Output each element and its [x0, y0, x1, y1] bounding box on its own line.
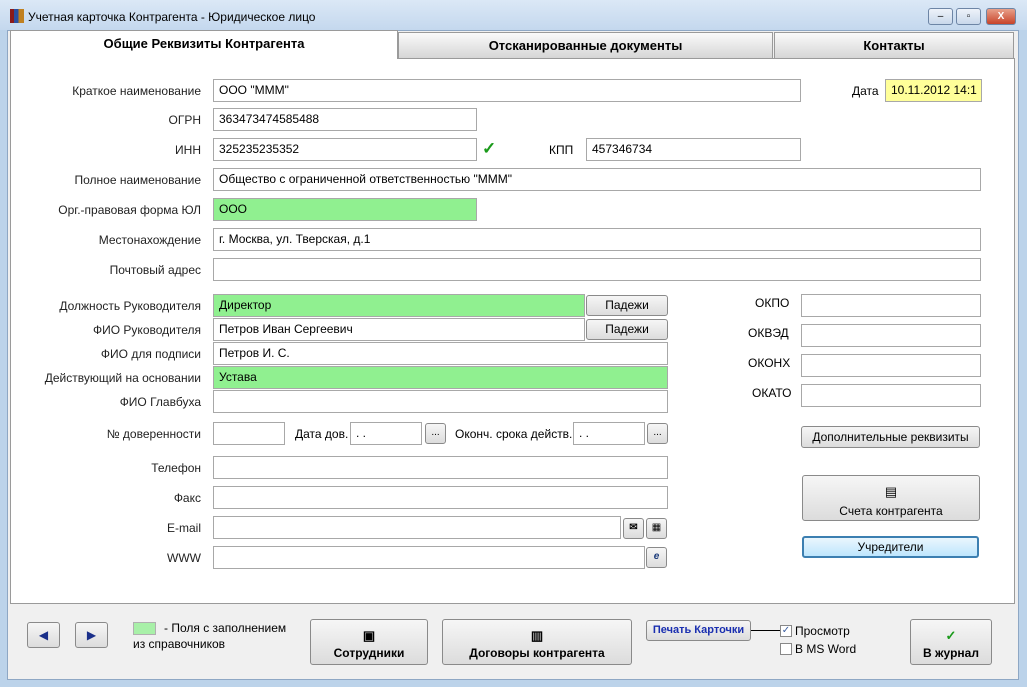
head-position-cases-button[interactable]: Падежи — [586, 295, 668, 316]
short-name-label: Краткое наименование — [72, 84, 201, 98]
date-input[interactable]: 10.11.2012 14:1 — [885, 79, 982, 102]
send-mail-icon[interactable]: ✉ — [623, 518, 644, 539]
ledger-icon: ▤ — [884, 484, 898, 499]
tab-scanned-docs[interactable]: Отсканированные документы — [398, 32, 773, 59]
postal-label: Почтовый адрес — [109, 263, 201, 277]
www-label: WWW — [167, 551, 201, 565]
basis-label: Действующий на основании — [44, 371, 201, 385]
okonh-input[interactable] — [801, 354, 981, 377]
extra-details-button[interactable]: Дополнительные реквизиты — [801, 426, 980, 448]
poa-date-input[interactable]: . . — [350, 422, 422, 445]
app-icon — [10, 9, 24, 23]
preview-checkbox[interactable]: ✓ — [780, 625, 792, 637]
contracts-button[interactable]: ▥ Договоры контрагента — [442, 619, 632, 665]
www-input[interactable] — [213, 546, 645, 569]
head-name-input[interactable]: Петров Иван Сергеевич — [213, 318, 585, 341]
full-name-label: Полное наименование — [74, 173, 202, 187]
short-name-input[interactable]: ООО "МММ" — [213, 79, 801, 102]
accountant-input[interactable] — [213, 390, 668, 413]
phone-label: Телефон — [151, 461, 201, 475]
sign-name-label: ФИО для подписи — [100, 347, 201, 361]
ogrn-label: ОГРН — [168, 113, 201, 127]
maximize-button[interactable]: ▫ — [956, 8, 981, 25]
employees-button-label: Сотрудники — [333, 646, 405, 660]
date-label: Дата — [852, 84, 879, 98]
head-position-input[interactable]: Директор — [213, 294, 585, 317]
poa-date-picker-button[interactable]: ... — [425, 423, 446, 444]
accountant-label: ФИО Главбуха — [119, 395, 201, 409]
org-form-label: Орг.-правовая форма ЮЛ — [58, 203, 201, 217]
table-icon[interactable]: ▦ — [646, 518, 667, 539]
legend-line1: - Поля с заполнением — [164, 621, 287, 635]
okato-label: ОКАТО — [752, 386, 792, 400]
inn-label: ИНН — [175, 143, 201, 157]
location-input[interactable]: г. Москва, ул. Тверская, д.1 — [213, 228, 981, 251]
org-form-input[interactable]: ООО — [213, 198, 477, 221]
kpp-input[interactable]: 457346734 — [586, 138, 801, 161]
tab-general[interactable]: Общие Реквизиты Контрагента — [10, 30, 398, 59]
kpp-label: КПП — [549, 143, 574, 157]
window-title: Учетная карточка Контрагента - Юридическ… — [28, 10, 316, 24]
fax-label: Факс — [173, 491, 201, 505]
location-label: Местонахождение — [98, 233, 201, 247]
contracts-button-label: Договоры контрагента — [469, 646, 605, 660]
msword-checkbox[interactable] — [780, 643, 792, 655]
okpo-label: ОКПО — [755, 296, 790, 310]
phone-input[interactable] — [213, 456, 668, 479]
poa-end-input[interactable]: . . — [573, 422, 645, 445]
employees-icon: ▣ — [362, 628, 376, 643]
email-input[interactable] — [213, 516, 621, 539]
poa-number-label: № доверенности — [106, 427, 201, 441]
okved-input[interactable] — [801, 324, 981, 347]
browser-icon[interactable]: e — [646, 547, 667, 568]
connector-line — [751, 630, 781, 631]
next-button[interactable]: ▶ — [75, 622, 108, 648]
fax-input[interactable] — [213, 486, 668, 509]
close-button[interactable]: X — [986, 8, 1016, 25]
founders-button[interactable]: Учредители — [802, 536, 979, 558]
print-card-button[interactable]: Печать Карточки — [646, 620, 751, 641]
poa-end-picker-button[interactable]: ... — [647, 423, 668, 444]
basis-input[interactable]: Устава — [213, 366, 668, 389]
email-label: E-mail — [166, 521, 201, 535]
accounts-button[interactable]: ▤ Счета контрагента — [802, 475, 980, 521]
postal-input[interactable] — [213, 258, 981, 281]
poa-number-input[interactable] — [213, 422, 285, 445]
head-position-label: Должность Руководителя — [59, 299, 201, 313]
poa-end-label: Оконч. срока действ. — [455, 427, 573, 441]
inn-valid-check-icon: ✓ — [482, 139, 497, 158]
book-icon: ▥ — [530, 628, 544, 643]
employees-button[interactable]: ▣ Сотрудники — [310, 619, 428, 665]
journal-button[interactable]: ✓ В журнал — [910, 619, 992, 665]
full-name-input[interactable]: Общество с ограниченной ответственностью… — [213, 168, 981, 191]
okato-input[interactable] — [801, 384, 981, 407]
journal-button-label: В журнал — [923, 646, 979, 660]
head-name-label: ФИО Руководителя — [93, 323, 201, 337]
legend-swatch — [133, 622, 156, 635]
okpo-input[interactable] — [801, 294, 981, 317]
ogrn-input[interactable]: 363473474585488 — [213, 108, 477, 131]
poa-date-label: Дата дов. — [295, 427, 349, 441]
tab-contacts[interactable]: Контакты — [774, 32, 1014, 59]
check-icon: ✓ — [945, 628, 957, 643]
msword-label: В MS Word — [795, 642, 857, 656]
prev-button[interactable]: ◀ — [27, 622, 60, 648]
sign-name-input[interactable]: Петров И. С. — [213, 342, 668, 365]
minimize-button[interactable]: – — [928, 8, 953, 25]
inn-input[interactable]: 325235235352 — [213, 138, 477, 161]
legend-line2: из справочников — [133, 637, 226, 651]
preview-label: Просмотр — [795, 624, 850, 638]
okonh-label: ОКОНХ — [748, 356, 791, 370]
okved-label: ОКВЭД — [748, 326, 789, 340]
accounts-button-label: Счета контрагента — [839, 504, 943, 518]
head-name-cases-button[interactable]: Падежи — [586, 319, 668, 340]
